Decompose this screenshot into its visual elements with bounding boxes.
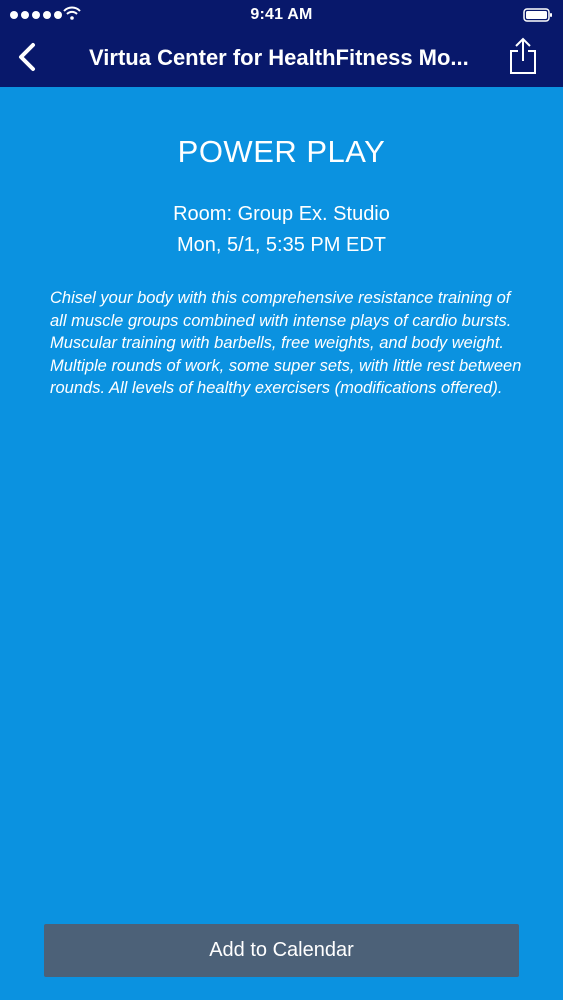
event-datetime: Mon, 5/1, 5:35 PM EDT xyxy=(177,234,386,256)
status-bar: 9:41 AM xyxy=(0,0,563,30)
battery-icon xyxy=(523,8,552,22)
back-button[interactable] xyxy=(12,40,42,76)
add-to-calendar-button[interactable]: Add to Calendar xyxy=(44,924,519,977)
share-button[interactable] xyxy=(507,36,539,76)
event-title: POWER PLAY xyxy=(177,134,386,169)
navigation-bar: Virtua Center for HealthFitness Mo... xyxy=(0,30,563,87)
chevron-left-icon xyxy=(19,43,35,71)
event-description: Chisel your body with this comprehensive… xyxy=(50,289,522,398)
status-time: 9:41 AM xyxy=(250,6,313,23)
page-title: Virtua Center for HealthFitness Mo... xyxy=(89,45,469,70)
event-room: Room: Group Ex. Studio xyxy=(173,203,390,225)
share-icon xyxy=(510,37,536,74)
